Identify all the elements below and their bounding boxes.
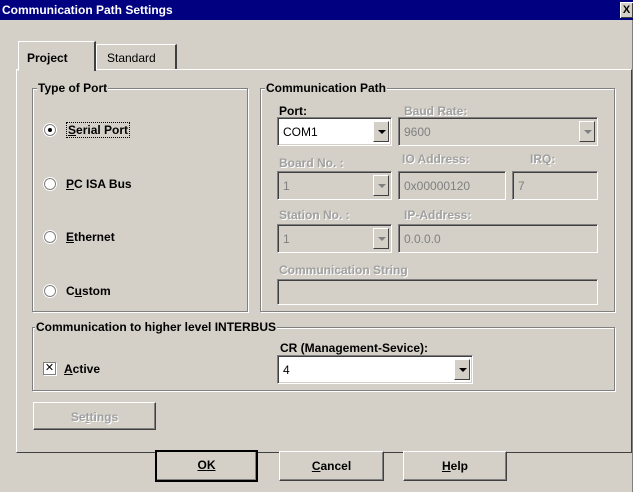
ip-address-value: 0.0.0.0 <box>404 232 441 246</box>
radio-selected-dot <box>48 128 52 132</box>
ok-button-label: OK <box>197 458 216 472</box>
io-address-field: 0x00000120 <box>398 171 506 200</box>
active-checkbox[interactable]: ✕ <box>43 362 56 375</box>
station-no-value: 1 <box>283 232 290 246</box>
communication-string-label: Communication String <box>279 263 408 277</box>
help-button[interactable]: Help <box>403 451 507 481</box>
tab-standard[interactable]: Standard <box>96 44 177 70</box>
port-dropdown-button[interactable] <box>373 121 389 142</box>
chevron-down-icon <box>459 368 467 372</box>
baud-rate-dropdown-button <box>579 121 595 142</box>
help-button-label: Help <box>441 459 468 473</box>
serial-port-radio-button[interactable] <box>44 124 56 136</box>
chevron-down-icon <box>378 237 386 241</box>
port-value: COM1 <box>283 125 318 139</box>
active-label: Active <box>64 362 101 376</box>
communication-string-field <box>277 279 598 305</box>
baud-rate-label: Baud Rate: <box>404 104 468 118</box>
ip-address-field: 0.0.0.0 <box>398 224 598 253</box>
irq-label: IRQ: <box>530 152 556 166</box>
ip-address-label: IP-Address: <box>404 208 472 222</box>
chevron-down-icon <box>378 130 386 134</box>
board-no-label: Board No. : <box>279 156 344 170</box>
communication-path-settings-dialog: Communication Path Settings X Project St… <box>0 0 633 492</box>
communication-path-legend: Communication Path <box>265 81 388 95</box>
station-no-label: Station No. : <box>279 208 350 222</box>
cancel-button-label: Cancel <box>311 459 352 473</box>
irq-value: 7 <box>518 179 525 193</box>
port-label: Port: <box>279 104 307 118</box>
custom-radio-button[interactable] <box>44 285 56 297</box>
baud-rate-select: 9600 <box>398 117 598 146</box>
baud-rate-value: 9600 <box>404 125 431 139</box>
cr-management-service-select[interactable]: 4 <box>277 355 473 384</box>
ethernet-label: Ethernet <box>66 230 115 244</box>
port-select[interactable]: COM1 <box>277 117 392 146</box>
io-address-value: 0x00000120 <box>404 179 471 193</box>
custom-label: Custom <box>66 284 111 298</box>
tab-standard-label: Standard <box>107 51 156 65</box>
station-no-select: 1 <box>277 224 392 253</box>
higher-level-interbus-legend: Communication to higher level INTERBUS <box>35 320 278 334</box>
board-no-dropdown-button <box>373 175 389 196</box>
tab-project-label: Project <box>27 51 68 65</box>
pc-isa-bus-label: PC ISA Bus <box>66 177 132 191</box>
chevron-down-icon <box>378 184 386 188</box>
close-icon[interactable]: X <box>620 2 633 18</box>
type-of-port-legend: Type of Port <box>37 81 109 95</box>
settings-button: Settings <box>33 402 156 430</box>
ethernet-radio-button[interactable] <box>44 231 56 243</box>
cr-dropdown-button[interactable] <box>454 359 470 380</box>
tab-project[interactable]: Project <box>18 41 96 71</box>
type-of-port-group: Type of Port <box>32 81 248 312</box>
board-no-value: 1 <box>283 179 290 193</box>
ok-button[interactable]: OK <box>155 450 258 482</box>
station-no-dropdown-button <box>373 228 389 249</box>
irq-field: 7 <box>512 171 598 200</box>
chevron-down-icon <box>584 130 592 134</box>
title-bar: Communication Path Settings X <box>0 0 633 20</box>
board-no-select: 1 <box>277 171 392 200</box>
window-title: Communication Path Settings <box>2 3 173 17</box>
cr-management-service-label: CR (Management-Sevice): <box>280 341 429 355</box>
cr-management-service-value: 4 <box>283 363 290 377</box>
io-address-label: IO Address: <box>402 152 470 166</box>
pc-isa-bus-radio-button[interactable] <box>44 178 56 190</box>
serial-port-label: Serial Port <box>66 122 131 138</box>
settings-button-label: Settings <box>70 410 119 424</box>
cancel-button[interactable]: Cancel <box>279 451 384 481</box>
